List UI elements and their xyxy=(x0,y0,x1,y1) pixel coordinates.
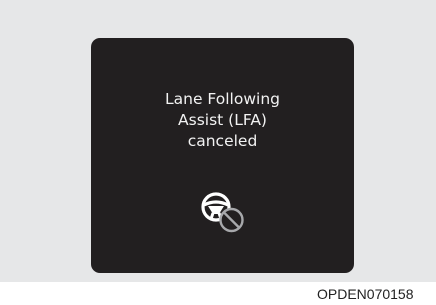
cluster-display: Lane Following Assist (LFA) canceled xyxy=(91,38,354,273)
message-line-1: Lane Following xyxy=(164,90,280,108)
message-line-3: canceled xyxy=(187,132,258,150)
lfa-status-message: Lane Following Assist (LFA) canceled xyxy=(91,89,354,152)
prohibited-icon xyxy=(219,207,244,233)
message-line-2: Assist (LFA) xyxy=(178,111,267,129)
figure-code: OPDEN070158 xyxy=(317,286,414,302)
steering-wheel-cancel-icon xyxy=(201,192,244,233)
